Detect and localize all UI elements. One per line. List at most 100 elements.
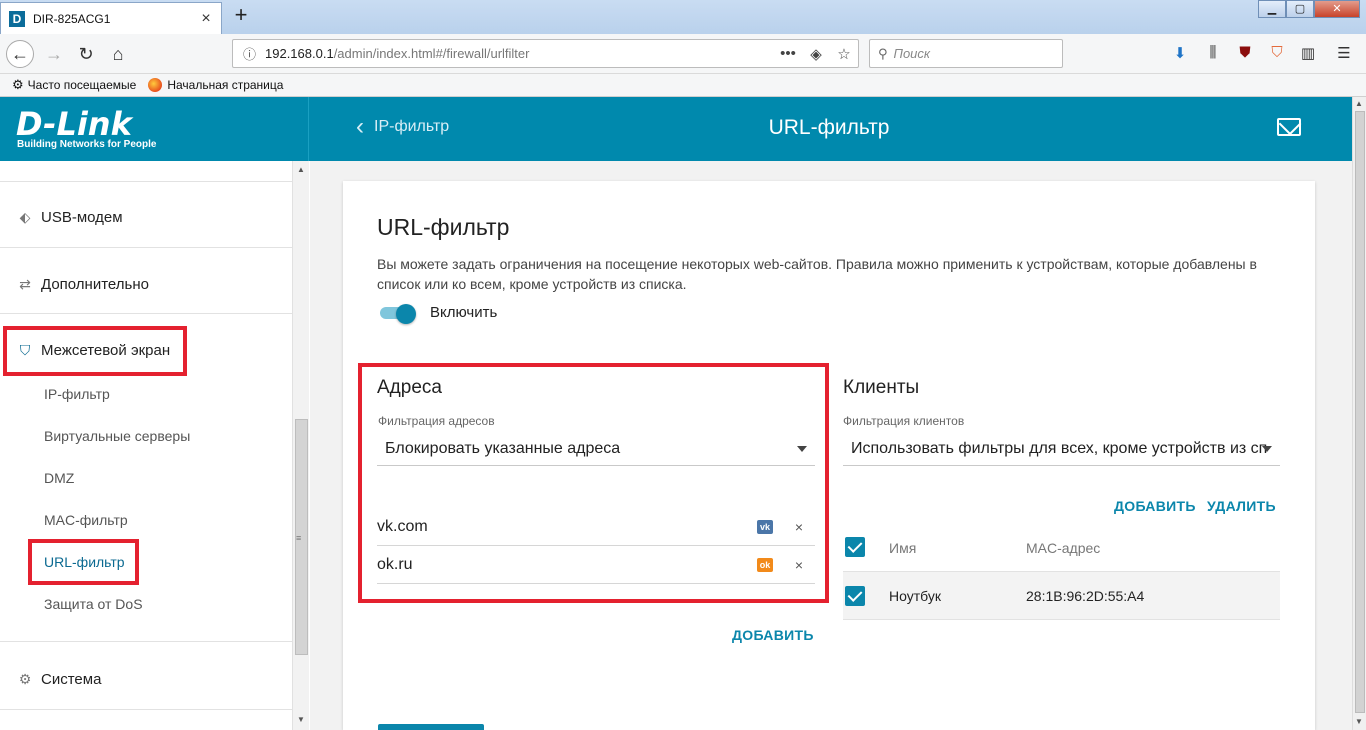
mail-icon[interactable] — [1277, 118, 1301, 136]
search-placeholder: Поиск — [893, 46, 931, 61]
reload-icon: ↻ — [78, 43, 94, 64]
sidebar-subitem-dmz[interactable]: DMZ — [44, 470, 74, 486]
client-filter-value: Использовать фильтры для всех, кроме уст… — [851, 439, 1268, 457]
sidebar-item-label: Дополнительно — [41, 275, 149, 293]
search-icon: ⚲ — [878, 45, 888, 61]
minimize-button[interactable]: ▁ — [1258, 0, 1286, 18]
back-link[interactable]: ‹ IP-фильтр — [356, 113, 450, 140]
sidebar-subitem-virtual-servers[interactable]: Виртуальные серверы — [44, 428, 190, 444]
home-button[interactable]: ⌂ — [104, 40, 132, 68]
card-title: URL-фильтр — [377, 214, 510, 240]
sidebar-scrollbar[interactable]: ▲ ≡ ▼ — [292, 161, 309, 730]
sidebar-item-system[interactable]: ⚙ Система — [0, 664, 292, 694]
page-scrollbar[interactable]: ▲ ▼ — [1352, 97, 1366, 730]
sidebar-divider — [0, 181, 292, 182]
bookmarks-bar: ⚙ Часто посещаемые Начальная страница — [0, 74, 1366, 97]
arrow-left-icon: ← — [11, 43, 29, 64]
toggle-knob — [396, 304, 416, 324]
add-address-button[interactable]: ДОБАВИТЬ — [732, 627, 814, 643]
info-icon[interactable]: ⓘ — [243, 44, 265, 63]
browser-titlebar: D DIR-825ACG1 × + ▁ ▢ ✕ — [0, 0, 1366, 34]
sidebar-toggle-icon[interactable]: ▥ — [1297, 44, 1319, 64]
maximize-button[interactable]: ▢ — [1286, 0, 1314, 18]
sidebar-item-advanced[interactable]: ⇄ Дополнительно — [0, 269, 292, 299]
scroll-grip-icon: ≡ — [296, 533, 302, 543]
scroll-up-icon[interactable]: ▲ — [1355, 99, 1363, 108]
usb-modem-icon: ⬖ — [19, 208, 31, 225]
pocket-icon[interactable]: ◈ — [802, 45, 830, 63]
reload-button[interactable]: ↻ — [72, 40, 100, 68]
sidebar-divider — [0, 247, 292, 248]
bookmark-label: Часто посещаемые — [27, 78, 137, 92]
search-bar[interactable]: ⚲ Поиск — [869, 39, 1063, 68]
swap-arrows-icon: ⇄ — [19, 275, 31, 292]
caret-down-icon — [1262, 446, 1272, 452]
apply-button[interactable] — [378, 724, 484, 730]
sidebar-item-label: Система — [41, 670, 102, 688]
row-checkbox[interactable] — [845, 586, 865, 606]
url-text[interactable]: 192.168.0.1/admin/index.html#/firewall/u… — [265, 46, 774, 61]
app-header: D-Link Building Networks for People ‹ IP… — [0, 97, 1352, 161]
firefox-icon — [148, 78, 163, 92]
dlink-slogan: Building Networks for People — [17, 139, 157, 150]
sidebar-divider — [0, 709, 292, 710]
browser-navbar: ← → ↻ ⌂ ⓘ 192.168.0.1/admin/index.html#/… — [0, 34, 1366, 74]
sidebar-divider — [0, 641, 292, 642]
bookmark-most-visited[interactable]: ⚙ Часто посещаемые — [12, 77, 136, 93]
gear-icon: ⚙ — [18, 670, 32, 687]
chevron-left-icon: ‹ — [356, 113, 364, 140]
sidebar-subitem-mac-filter[interactable]: MAC-фильтр — [44, 512, 128, 528]
window-close-button[interactable]: ✕ — [1314, 0, 1360, 18]
home-icon: ⌂ — [112, 43, 124, 64]
highlight-addresses — [358, 363, 829, 603]
download-icon[interactable]: ⬇ — [1169, 44, 1191, 64]
scroll-down-icon[interactable]: ▼ — [297, 715, 305, 724]
dlink-logo[interactable]: D-Link — [16, 105, 132, 143]
page-actions-icon[interactable]: ••• — [774, 45, 802, 62]
dlink-favicon-icon: D — [9, 10, 25, 27]
page-title: URL-фильтр — [768, 116, 890, 139]
sidebar-subitem-dos-protection[interactable]: Защита от DoS — [44, 596, 143, 612]
enable-toggle-label: Включить — [430, 304, 498, 321]
menu-icon[interactable]: ☰ — [1333, 44, 1355, 64]
column-header-mac: MAC-адрес — [1026, 540, 1101, 556]
select-all-checkbox[interactable] — [845, 537, 865, 557]
delete-client-button[interactable]: УДАЛИТЬ — [1207, 498, 1276, 514]
forward-button[interactable]: → — [40, 40, 68, 68]
sidebar-item-label: USB-модем — [41, 208, 123, 226]
bookmark-star-icon[interactable]: ☆ — [830, 45, 858, 63]
tab-title: DIR-825ACG1 — [33, 11, 111, 26]
column-header-name: Имя — [889, 540, 917, 556]
bookmark-label: Начальная страница — [167, 78, 284, 92]
highlight-firewall — [3, 326, 187, 376]
ublock-icon[interactable]: ⛊ — [1234, 44, 1256, 64]
window-controls: ▁ ▢ ✕ — [1258, 0, 1360, 18]
client-filter-label: Фильтрация клиентов — [843, 414, 965, 428]
shield-extension-icon[interactable]: ⛉ — [1266, 44, 1288, 64]
client-mac: 28:1B:96:2D:55:A4 — [1026, 588, 1145, 604]
enable-toggle[interactable] — [380, 304, 418, 324]
scroll-up-icon[interactable]: ▲ — [297, 165, 305, 174]
url-path: /admin/index.html#/firewall/urlfilter — [333, 46, 530, 61]
highlight-url-filter — [28, 539, 139, 585]
bookmark-start-page[interactable]: Начальная страница — [148, 78, 283, 92]
logo-area: D-Link Building Networks for People — [0, 97, 309, 161]
scroll-down-icon[interactable]: ▼ — [1355, 717, 1363, 726]
back-button[interactable]: ← — [6, 40, 34, 68]
new-tab-button[interactable]: + — [230, 4, 252, 28]
sidebar-subitem-ip-filter[interactable]: IP-фильтр — [44, 386, 110, 402]
url-host: 192.168.0.1 — [265, 46, 334, 61]
url-bar[interactable]: ⓘ 192.168.0.1/admin/index.html#/firewall… — [232, 39, 859, 68]
sidebar: ⬖ USB-модем ⇄ Дополнительно ⛉ Межсетевой… — [0, 161, 309, 730]
back-link-label: IP-фильтр — [374, 118, 450, 135]
browser-tab[interactable]: D DIR-825ACG1 × — [0, 2, 222, 34]
gear-icon: ⚙ — [12, 77, 24, 92]
page-scroll-thumb[interactable] — [1355, 111, 1365, 713]
tab-close-icon[interactable]: × — [195, 10, 217, 28]
sidebar-item-usb-modem[interactable]: ⬖ USB-модем — [0, 202, 292, 232]
library-icon[interactable]: ⫼ — [1202, 44, 1224, 64]
add-client-button[interactable]: ДОБАВИТЬ — [1114, 498, 1196, 514]
sidebar-divider — [0, 313, 292, 314]
client-filter-select[interactable]: Использовать фильтры для всех, кроме уст… — [843, 432, 1280, 466]
client-name: Ноутбук — [889, 588, 941, 604]
